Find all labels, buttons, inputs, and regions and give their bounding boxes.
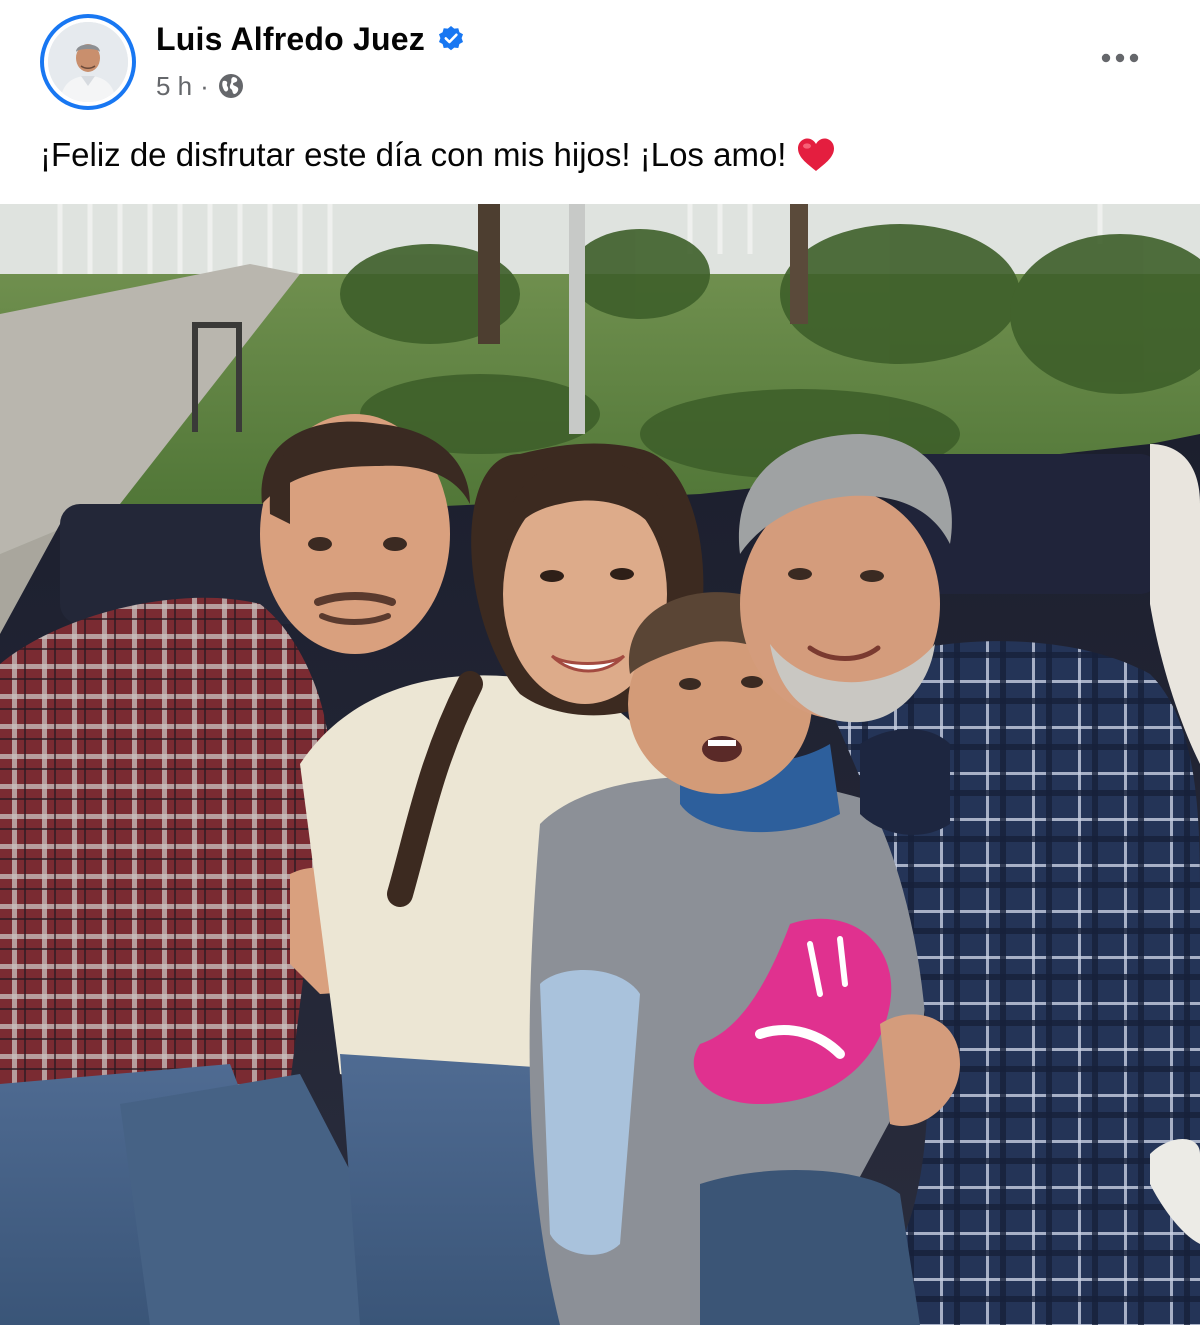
more-options-button[interactable] <box>1096 40 1144 76</box>
post-timestamp[interactable]: 5 h <box>156 71 192 102</box>
post-header: Luis Alfredo Juez 5 h · <box>0 0 1200 120</box>
avatar-photo <box>48 22 128 102</box>
post-message: ¡Feliz de disfrutar este día con mis hij… <box>40 136 787 173</box>
author-row: Luis Alfredo Juez <box>156 16 465 62</box>
more-options-icon <box>1101 53 1139 63</box>
globe-icon[interactable] <box>217 72 245 100</box>
verified-badge-icon <box>437 25 465 53</box>
author-name[interactable]: Luis Alfredo Juez <box>156 21 425 58</box>
profile-avatar[interactable] <box>40 14 136 110</box>
red-heart-icon <box>796 137 836 173</box>
family-photo <box>0 204 1200 1325</box>
meta-separator: · <box>200 70 209 101</box>
avatar-person-icon <box>48 22 128 102</box>
post-meta: 5 h · <box>156 68 245 104</box>
post-text: ¡Feliz de disfrutar este día con mis hij… <box>40 130 836 180</box>
facebook-post: Luis Alfredo Juez 5 h · ¡Feliz de disfru… <box>0 0 1200 1325</box>
post-photo[interactable] <box>0 204 1200 1325</box>
